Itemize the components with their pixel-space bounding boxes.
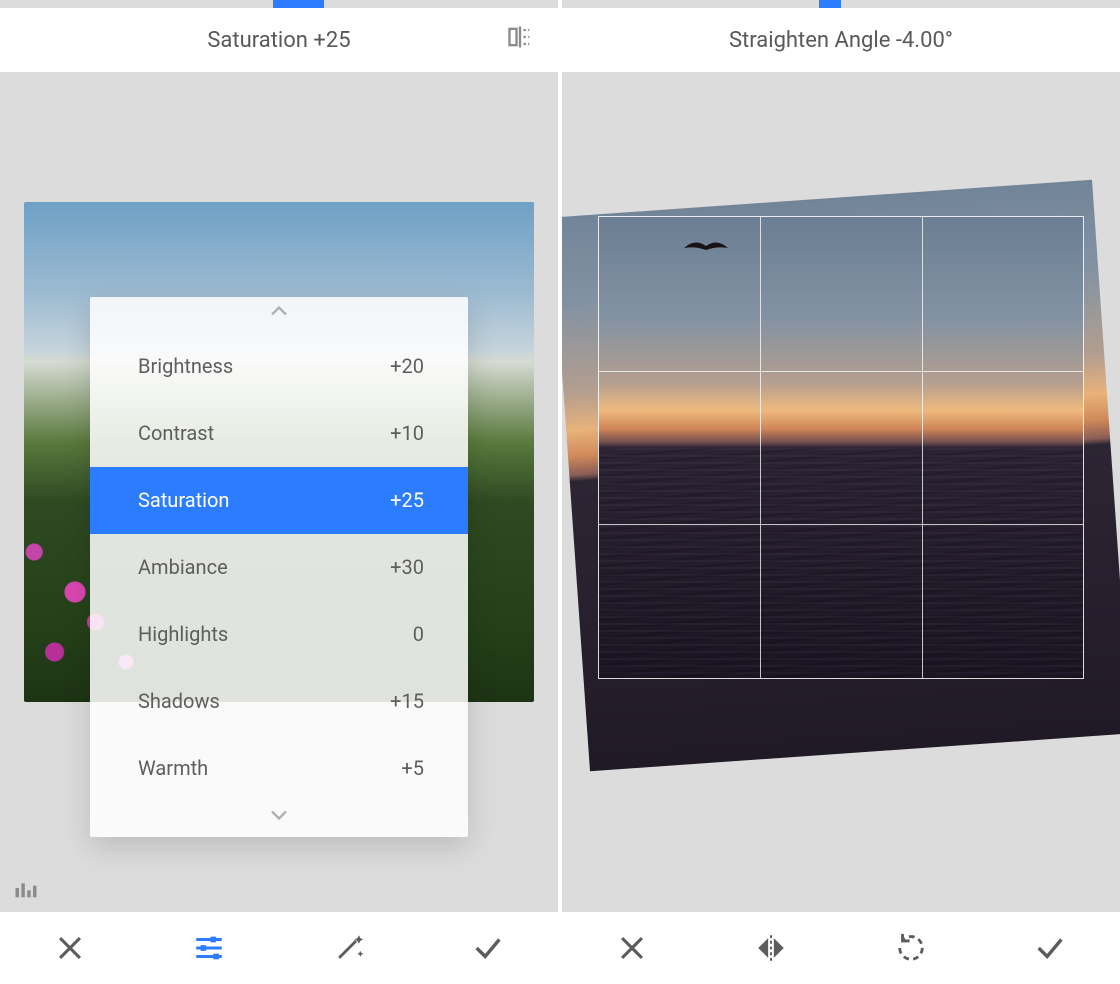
value-slider-thumb[interactable] bbox=[273, 0, 323, 8]
magic-wand-icon bbox=[332, 931, 366, 965]
adjustment-label: Warmth bbox=[138, 756, 208, 780]
close-icon bbox=[53, 931, 87, 965]
adjustment-label: Brightness bbox=[138, 354, 233, 378]
adjustment-row-brightness[interactable]: Brightness +20 bbox=[90, 333, 468, 400]
adjustment-row-contrast[interactable]: Contrast +10 bbox=[90, 400, 468, 467]
confirm-button[interactable] bbox=[460, 920, 516, 976]
header-bar: Saturation +25 bbox=[0, 8, 558, 72]
adjustment-value: 0 bbox=[413, 622, 424, 646]
auto-adjust-button[interactable] bbox=[321, 920, 377, 976]
header-title: Straighten Angle -4.00° bbox=[729, 28, 953, 53]
chevron-up-icon[interactable] bbox=[90, 297, 468, 333]
crop-frame[interactable] bbox=[598, 216, 1084, 679]
image-preview-area[interactable]: Brightness +20 Contrast +10 Saturation +25 Amb… bbox=[0, 72, 558, 912]
bottom-toolbar bbox=[562, 912, 1120, 984]
tune-icon bbox=[192, 931, 226, 965]
bird-silhouette bbox=[684, 240, 728, 256]
adjustment-value: +10 bbox=[390, 421, 424, 445]
adjustment-label: Saturation bbox=[138, 488, 229, 512]
rotate-button[interactable] bbox=[883, 920, 939, 976]
adjustment-value: +30 bbox=[390, 555, 424, 579]
angle-slider-track[interactable] bbox=[562, 0, 1120, 8]
check-icon bbox=[1033, 931, 1067, 965]
chevron-down-icon[interactable] bbox=[90, 801, 468, 837]
adjustment-row-warmth[interactable]: Warmth +5 bbox=[90, 734, 468, 801]
adjustment-value: +5 bbox=[401, 756, 424, 780]
straighten-preview[interactable] bbox=[570, 198, 1112, 753]
adjustment-label: Contrast bbox=[138, 421, 214, 445]
adjustment-label: Highlights bbox=[138, 622, 228, 646]
rule-of-thirds-grid bbox=[598, 216, 1084, 679]
adjustment-label: Shadows bbox=[138, 689, 220, 713]
cancel-button[interactable] bbox=[604, 920, 660, 976]
header-bar: Straighten Angle -4.00° bbox=[562, 8, 1120, 72]
adjustment-row-saturation[interactable]: Saturation +25 bbox=[90, 467, 468, 534]
adjustment-row-shadows[interactable]: Shadows +15 bbox=[90, 667, 468, 734]
histogram-icon[interactable] bbox=[12, 874, 40, 906]
adjustment-row-highlights[interactable]: Highlights 0 bbox=[90, 600, 468, 667]
adjustment-value: +15 bbox=[390, 689, 424, 713]
close-icon bbox=[615, 931, 649, 965]
value-slider-track[interactable] bbox=[0, 0, 558, 8]
flip-horizontal-icon bbox=[754, 931, 788, 965]
adjustment-value: +20 bbox=[390, 354, 424, 378]
rotate-ccw-icon bbox=[894, 931, 928, 965]
image-preview-area[interactable] bbox=[562, 72, 1120, 912]
angle-slider-thumb[interactable] bbox=[819, 0, 841, 8]
tune-image-screen: Saturation +25 Brightness+ bbox=[0, 0, 560, 984]
flip-button[interactable] bbox=[743, 920, 799, 976]
adjustment-row-ambiance[interactable]: Ambiance +30 bbox=[90, 534, 468, 601]
check-icon bbox=[471, 931, 505, 965]
tune-tool-button[interactable] bbox=[181, 920, 237, 976]
header-title: Saturation +25 bbox=[207, 28, 350, 53]
straighten-screen: Straighten Angle -4.00° bbox=[560, 0, 1120, 984]
adjustment-value: +25 bbox=[390, 488, 424, 512]
bottom-toolbar bbox=[0, 912, 558, 984]
cancel-button[interactable] bbox=[42, 920, 98, 976]
adjustment-menu[interactable]: Brightness +20 Contrast +10 Saturation +25 Amb… bbox=[90, 297, 468, 837]
compare-before-after-icon[interactable] bbox=[506, 23, 534, 57]
adjustment-label: Ambiance bbox=[138, 555, 228, 579]
confirm-button[interactable] bbox=[1022, 920, 1078, 976]
